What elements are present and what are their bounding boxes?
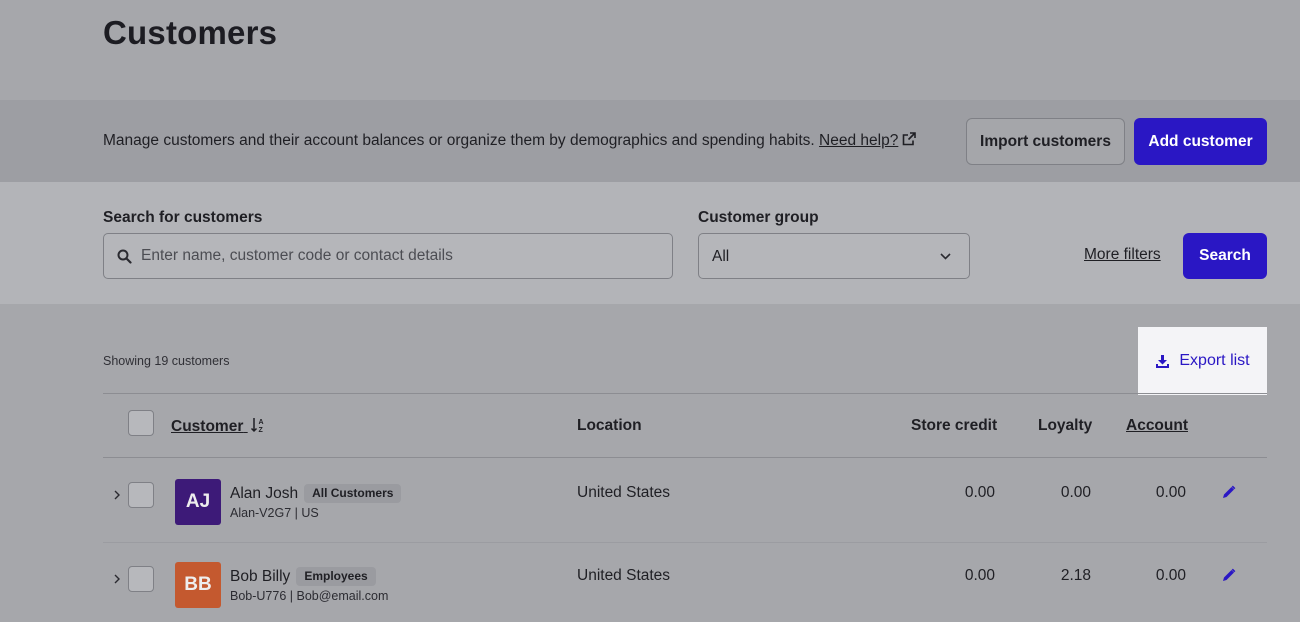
download-icon (1156, 354, 1170, 368)
add-customer-button[interactable]: Add customer (1134, 118, 1267, 165)
customer-group-value: All (712, 248, 730, 265)
divider (103, 457, 1267, 458)
column-header-loyalty: Loyalty (1038, 417, 1093, 434)
select-all-checkbox[interactable] (128, 410, 154, 436)
location-cell: United States (577, 484, 671, 501)
search-icon (117, 249, 132, 264)
customer-group-badge: All Customers (304, 484, 402, 503)
page-title: Customers (103, 14, 278, 51)
export-list-button[interactable]: Export list (1138, 327, 1267, 395)
customer-group-badge: Employees (296, 567, 376, 586)
chevron-right-icon[interactable] (113, 573, 121, 585)
account-cell: 0.00 (1155, 484, 1186, 501)
pencil-icon[interactable] (1221, 485, 1236, 500)
column-header-customer-label: Customer (171, 418, 244, 435)
search-button[interactable]: Search (1183, 233, 1267, 279)
svg-text:Z: Z (258, 427, 263, 433)
search-label: Search for customers (103, 209, 263, 226)
customer-name-cell: Alan Josh All Customers (230, 484, 402, 503)
more-filters-link[interactable]: More filters (1084, 246, 1161, 264)
avatar: BB (175, 562, 221, 608)
store-credit-cell: 0.00 (964, 484, 995, 501)
svg-text:A: A (258, 419, 263, 426)
banner-description-text: Manage customers and their account balan… (103, 132, 815, 149)
loyalty-cell: 0.00 (1060, 484, 1091, 501)
customer-code: Alan-V2G7 | US (230, 506, 319, 520)
sort-az-icon: AZ (250, 418, 263, 434)
filter-bar: Search for customers Customer group All … (0, 182, 1300, 304)
divider (103, 393, 1267, 394)
chevron-down-icon (940, 253, 951, 260)
customer-group-select[interactable]: All (698, 233, 970, 279)
location-cell: United States (577, 567, 671, 584)
help-link[interactable]: Need help? (819, 132, 917, 149)
row-checkbox[interactable] (128, 482, 154, 508)
chevron-right-icon[interactable] (113, 489, 121, 501)
customer-name: Bob Billy (230, 567, 291, 585)
loyalty-cell: 2.18 (1060, 567, 1091, 584)
customer-group-label: Customer group (698, 209, 819, 226)
store-credit-cell: 0.00 (964, 567, 995, 584)
column-header-store-credit: Store credit (911, 417, 998, 434)
column-header-location: Location (577, 417, 642, 434)
column-header-account[interactable]: Account (1126, 417, 1188, 435)
import-customers-button[interactable]: Import customers (966, 118, 1125, 165)
customer-name: Alan Josh (230, 484, 299, 502)
external-link-icon (903, 132, 917, 146)
account-cell: 0.00 (1155, 567, 1186, 584)
customer-code: Bob-U776 | Bob@email.com (230, 589, 389, 603)
pencil-icon[interactable] (1221, 568, 1236, 583)
search-field[interactable] (103, 233, 673, 279)
row-checkbox[interactable] (128, 566, 154, 592)
column-header-customer[interactable]: Customer AZ (171, 417, 266, 436)
help-link-text: Need help? (819, 132, 899, 149)
divider (103, 542, 1267, 543)
customer-name-cell: Bob Billy Employees (230, 567, 376, 586)
avatar: AJ (175, 479, 221, 525)
banner-description: Manage customers and their account balan… (103, 132, 917, 150)
search-input[interactable] (141, 234, 661, 278)
export-list-label: Export list (1179, 352, 1250, 369)
description-banner: Manage customers and their account balan… (0, 100, 1300, 182)
result-count: Showing 19 customers (103, 354, 230, 368)
